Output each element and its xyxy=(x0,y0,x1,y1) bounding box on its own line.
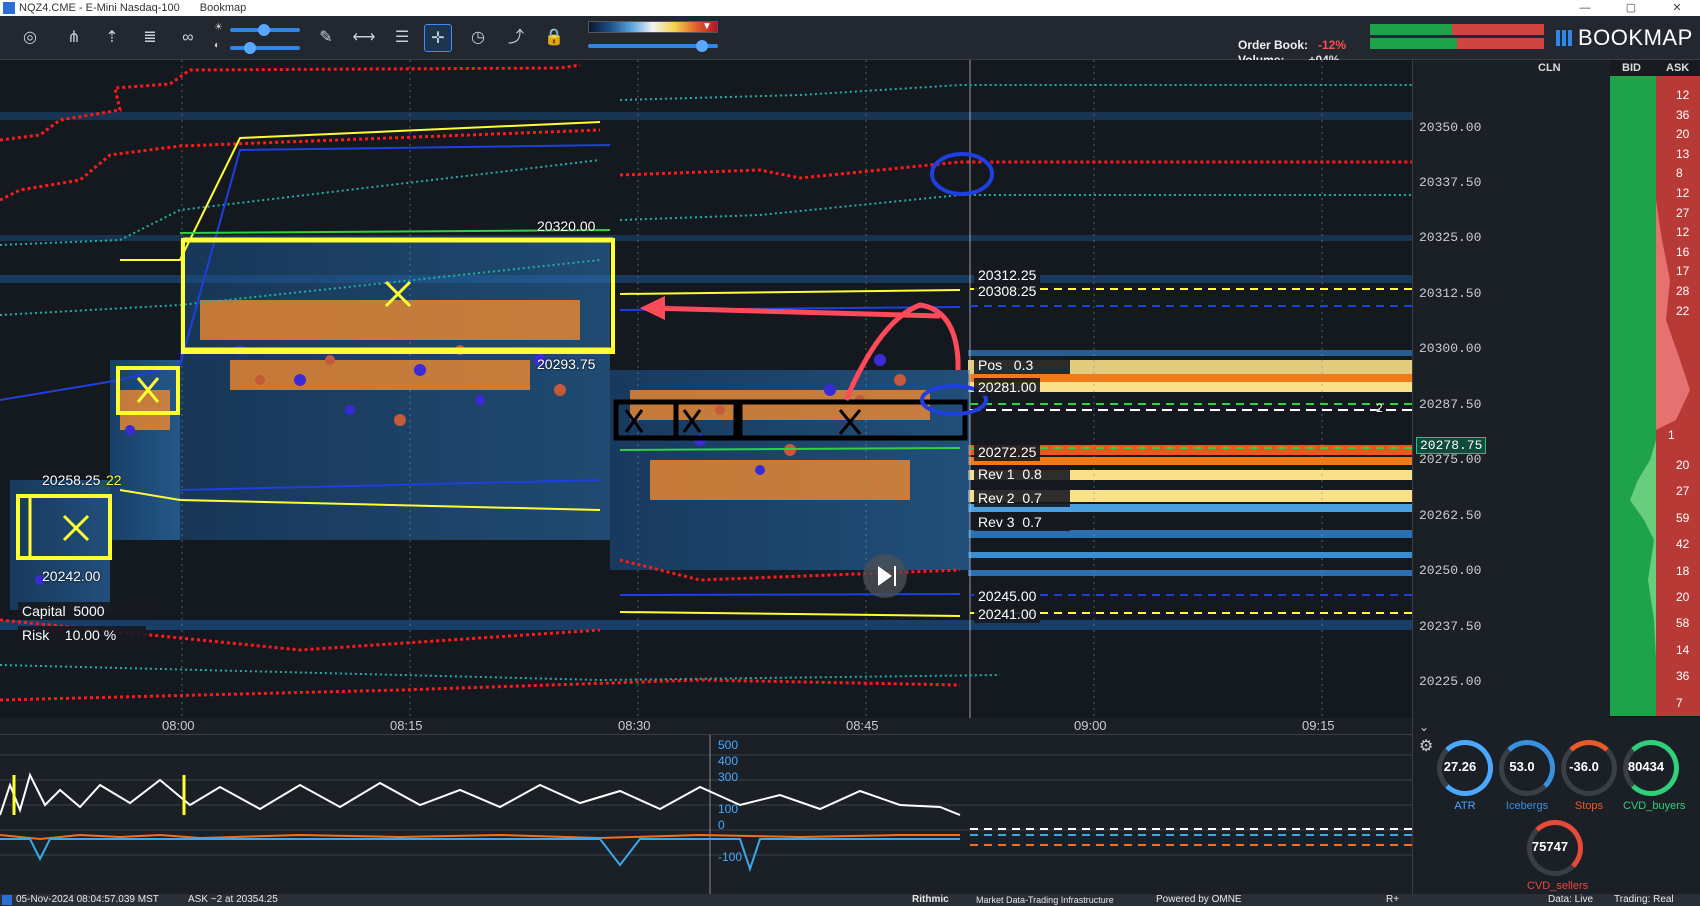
atr-gauge: 27.26 ATR xyxy=(1437,740,1493,812)
chat-icon[interactable]: ☰ xyxy=(388,24,416,52)
time-tick: 08:00 xyxy=(162,718,195,733)
icebergs-gauge: 53.0 Icebergs xyxy=(1499,740,1555,812)
price-tick: 20287.50 xyxy=(1419,397,1482,412)
cvd-sellers-gauge: 75747 CVD_sellers xyxy=(1527,820,1588,892)
trend-icon[interactable]: ⤴ xyxy=(502,24,530,52)
rev2-display: Rev 2 0.7 xyxy=(974,489,1070,507)
price-tick: 20350.00 xyxy=(1419,120,1482,135)
lock-icon[interactable]: 🔒 xyxy=(540,24,568,52)
price-tick: 20337.50 xyxy=(1419,175,1482,190)
app-icon xyxy=(3,2,15,14)
indicator-subpanel[interactable]: 500 400 300 100 0 -100 xyxy=(0,734,1412,895)
contrast-slider[interactable] xyxy=(230,42,300,54)
indicator-chart xyxy=(0,735,1412,895)
status-powered: Powered by OMNE xyxy=(1156,894,1242,905)
pencil-icon[interactable]: ✎ xyxy=(312,24,340,52)
price-tick: 20312.50 xyxy=(1419,286,1482,301)
risk-display: Risk 10.00 % xyxy=(18,626,146,644)
time-tick: 08:30 xyxy=(618,718,651,733)
level-label: 20272.25 xyxy=(974,443,1041,461)
time-tick: 08:15 xyxy=(390,718,423,733)
price-tick: 20225.00 xyxy=(1419,674,1482,689)
widgets-panel: ⌄ ⚙ 27.26 ATR 53.0 Icebergs -36.0 Stops … xyxy=(1412,718,1700,894)
level-label: 20281.00 xyxy=(974,378,1041,396)
contrast-icon: ◐ xyxy=(214,40,221,51)
minimize-button[interactable]: — xyxy=(1562,0,1608,16)
status-trading: Trading: Real xyxy=(1614,894,1674,905)
stops-gauge: -36.0 Stops xyxy=(1561,740,1617,812)
price-axis[interactable]: 20350.00 20337.50 20325.00 20312.50 2030… xyxy=(1412,60,1610,718)
box-top-label: 20258.25 xyxy=(42,472,101,488)
subpanel-axis: 500 400 300 100 0 -100 xyxy=(718,738,743,864)
link-icon[interactable]: ∞ xyxy=(174,24,202,52)
toolbar: ◎ ⋔ ⇡ ≣ ∞ ☀ ◐ ✎ ⟷ ☰ ✛ ◷ ⤴ 🔒 ▼ Order Book… xyxy=(0,16,1700,67)
price-tick: 20262.50 xyxy=(1419,508,1482,523)
heatmap-chart[interactable]: 20320.00 20293.75 20258.25 22 20242.00 C… xyxy=(0,60,1412,718)
box-top-count: 22 xyxy=(106,472,122,488)
time-axis: 08:00 08:15 08:30 08:45 09:00 09:15 xyxy=(0,718,1412,734)
small-tag: 2 xyxy=(1376,401,1383,415)
zone-top-label: 20320.00 xyxy=(537,218,596,234)
maximize-button[interactable]: ▢ xyxy=(1608,0,1654,16)
capital-display: Capital 5000 xyxy=(18,602,146,620)
zone-bottom-label: 20293.75 xyxy=(537,356,596,372)
level-label: 20245.00 xyxy=(974,587,1041,605)
measure-icon[interactable]: ⟷ xyxy=(350,24,378,52)
status-provider: Rithmic xyxy=(912,894,949,905)
status-ask: ASK ~2 at 20354.25 xyxy=(188,894,278,905)
dom-ladder[interactable]: CLN BID ASK 12 36 20 13 8 12 27 12 16 17 28 22 20 27… xyxy=(1538,60,1700,718)
brightness-slider[interactable] xyxy=(230,24,300,36)
target-icon[interactable]: ◎ xyxy=(16,24,44,52)
crosshair-icon[interactable]: ✛ xyxy=(424,24,452,52)
imbalance-bars xyxy=(1370,24,1544,52)
status-rplus: R+ xyxy=(1386,894,1400,905)
orderbook-value: -12% xyxy=(1318,38,1347,52)
brightness-icon: ☀ xyxy=(214,22,223,33)
window-subtitle: Bookmap xyxy=(199,2,247,14)
rev1-display: Rev 1 0.8 xyxy=(974,465,1070,483)
heatmap-color-scale[interactable] xyxy=(588,21,718,33)
price-tick: 20325.00 xyxy=(1419,230,1482,245)
level-label: 20241.00 xyxy=(974,605,1041,623)
heatmap-threshold-slider[interactable] xyxy=(588,40,718,52)
timer-icon[interactable]: ◷ xyxy=(464,24,492,52)
status-bar: 05-Nov-2024 08:04:57.039 MST ASK ~2 at 2… xyxy=(0,894,1700,906)
price-tick: 20300.00 xyxy=(1419,341,1482,356)
collapse-chevron-icon[interactable]: ⌄ xyxy=(1419,720,1429,734)
status-icon xyxy=(2,895,12,905)
window-controls: — ▢ ✕ xyxy=(1562,0,1700,16)
dom-marker: 1 xyxy=(1668,428,1675,442)
rocket-icon[interactable]: ⇡ xyxy=(98,24,126,52)
share-icon[interactable]: ⋔ xyxy=(60,24,88,52)
dom-header-cln: CLN xyxy=(1538,62,1561,74)
price-tick: 20275.00 xyxy=(1419,452,1482,467)
ask-sizes: 12 36 20 13 8 12 27 12 16 17 28 22 xyxy=(1676,88,1690,318)
chevron-down-icon[interactable]: ▼ xyxy=(702,21,712,32)
time-tick: 09:15 xyxy=(1302,718,1335,733)
status-provider-sub: Market Data-Trading Infrastructure xyxy=(976,895,1114,905)
price-tick: 20237.50 xyxy=(1419,619,1482,634)
current-price-marker: 20278.75 xyxy=(1416,437,1487,454)
title-bar: NQZ4.CME - E-Mini Nasdaq-100 Bookmap — ▢… xyxy=(0,0,1700,16)
bid-sizes: 20 27 59 42 18 20 58 14 36 7 xyxy=(1676,458,1690,710)
status-data: Data: Live xyxy=(1548,894,1594,905)
rev3-display: Rev 3 0.7 xyxy=(974,513,1070,531)
bookmap-logo: BOOKMAP xyxy=(1556,25,1693,51)
close-button[interactable]: ✕ xyxy=(1654,0,1700,16)
level-label: 20308.25 xyxy=(974,282,1041,300)
orderbook-label: Order Book: xyxy=(1238,38,1309,52)
time-tick: 09:00 xyxy=(1074,718,1107,733)
layers-icon[interactable]: ≣ xyxy=(136,24,164,52)
position-display: Pos 0.3 xyxy=(974,356,1070,374)
price-tick: 20250.00 xyxy=(1419,563,1482,578)
box-bottom-label: 20242.00 xyxy=(42,568,101,584)
heatmap-canvas xyxy=(0,60,1412,718)
status-datetime: 05-Nov-2024 08:04:57.039 MST xyxy=(16,894,159,905)
gear-icon[interactable]: ⚙ xyxy=(1419,736,1433,756)
window-title: NQZ4.CME - E-Mini Nasdaq-100 xyxy=(19,2,180,14)
time-tick: 08:45 xyxy=(846,718,879,733)
cvd-buyers-gauge: 80434 CVD_buyers xyxy=(1623,740,1685,812)
